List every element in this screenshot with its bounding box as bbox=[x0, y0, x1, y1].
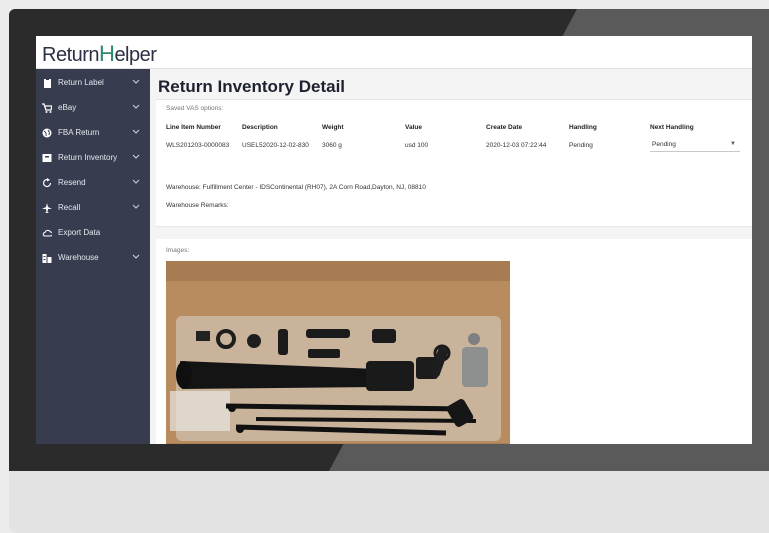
main-content: Return Inventory Detail Saved VAS option… bbox=[150, 69, 752, 444]
cell-value: usd 100 bbox=[405, 142, 429, 149]
cell-handling: Pending bbox=[569, 142, 593, 149]
col-header-create-date: Create Date bbox=[486, 124, 523, 131]
logo-text-1: eturn bbox=[55, 44, 100, 66]
sidebar-item-label: eBay bbox=[58, 103, 77, 112]
sidebar-item-label: Return Label bbox=[58, 78, 104, 87]
col-header-weight: Weight bbox=[322, 124, 344, 131]
warehouse-remarks-label: Warehouse Remarks: bbox=[166, 202, 229, 209]
app-screen: ReturnHelper Return Label eBay FBA Retur… bbox=[36, 36, 752, 444]
sidebar-item-return-inventory[interactable]: Return Inventory bbox=[36, 146, 150, 170]
globe-icon bbox=[42, 127, 52, 139]
sidebar-item-label: Return Inventory bbox=[58, 153, 118, 162]
logo-letter-h: H bbox=[99, 41, 115, 66]
sidebar-item-recall[interactable]: Recall bbox=[36, 196, 150, 220]
sidebar: Return Label eBay FBA Return Return Inve… bbox=[36, 69, 150, 444]
page-title: Return Inventory Detail bbox=[158, 77, 346, 96]
product-photo[interactable] bbox=[166, 261, 510, 444]
vas-label: Saved VAS options: bbox=[166, 105, 224, 112]
sidebar-item-label: Resend bbox=[58, 178, 86, 187]
warehouse-address: Warehouse: Fulfillment Center - IDSConti… bbox=[166, 184, 426, 191]
sidebar-item-label: Export Data bbox=[58, 228, 101, 237]
cell-description: USEL52020-12-02-830 bbox=[242, 142, 309, 149]
sidebar-item-resend[interactable]: Resend bbox=[36, 171, 150, 195]
sidebar-item-export-data[interactable]: Export Data bbox=[36, 221, 150, 245]
next-handling-select[interactable]: Pending ▼ bbox=[650, 136, 740, 152]
sidebar-item-return-label[interactable]: Return Label bbox=[36, 71, 150, 95]
building-icon bbox=[42, 252, 52, 264]
box-icon bbox=[42, 152, 52, 164]
sidebar-item-label: Warehouse bbox=[58, 253, 99, 262]
refresh-icon bbox=[42, 177, 52, 189]
sidebar-item-label: Recall bbox=[58, 203, 81, 212]
col-header-next-handling: Next Handling bbox=[650, 124, 694, 131]
top-bar: ReturnHelper bbox=[36, 36, 752, 69]
telescope-photo-illustration bbox=[166, 261, 510, 444]
caret-down-icon: ▼ bbox=[730, 141, 736, 147]
chevron-down-icon bbox=[132, 79, 140, 84]
cell-create-date: 2020-12-03 07:22:44 bbox=[486, 142, 547, 149]
laptop-base bbox=[9, 471, 769, 533]
app-logo[interactable]: ReturnHelper bbox=[42, 41, 157, 67]
images-card: Images: bbox=[156, 239, 752, 444]
col-header-handling: Handling bbox=[569, 124, 597, 131]
col-header-description: Description bbox=[242, 124, 278, 131]
chevron-down-icon bbox=[132, 254, 140, 259]
sidebar-item-warehouse[interactable]: Warehouse bbox=[36, 246, 150, 270]
next-handling-value: Pending bbox=[652, 141, 676, 148]
sidebar-item-ebay[interactable]: eBay bbox=[36, 96, 150, 120]
sidebar-item-label: FBA Return bbox=[58, 128, 100, 137]
logo-text-2: elper bbox=[114, 44, 157, 66]
chevron-down-icon bbox=[132, 154, 140, 159]
cloud-icon bbox=[42, 227, 52, 239]
chevron-down-icon bbox=[132, 104, 140, 109]
cell-line-item: WLS201203-0000083 bbox=[166, 142, 230, 149]
col-header-line-item: Line Item Number bbox=[166, 124, 221, 131]
cart-icon bbox=[42, 102, 52, 114]
images-label: Images: bbox=[166, 247, 190, 254]
plane-icon bbox=[42, 202, 52, 214]
chevron-down-icon bbox=[132, 129, 140, 134]
chevron-down-icon bbox=[132, 204, 140, 209]
chevron-down-icon bbox=[132, 179, 140, 184]
logo-letter-r: R bbox=[42, 44, 56, 66]
sidebar-item-fba-return[interactable]: FBA Return bbox=[36, 121, 150, 145]
clipboard-icon bbox=[42, 77, 52, 89]
col-header-value: Value bbox=[405, 124, 422, 131]
cell-weight: 3060 g bbox=[322, 142, 342, 149]
device-frame: ReturnHelper Return Label eBay FBA Retur… bbox=[0, 0, 769, 533]
detail-card: Saved VAS options: Line Item Number Desc… bbox=[156, 99, 752, 227]
